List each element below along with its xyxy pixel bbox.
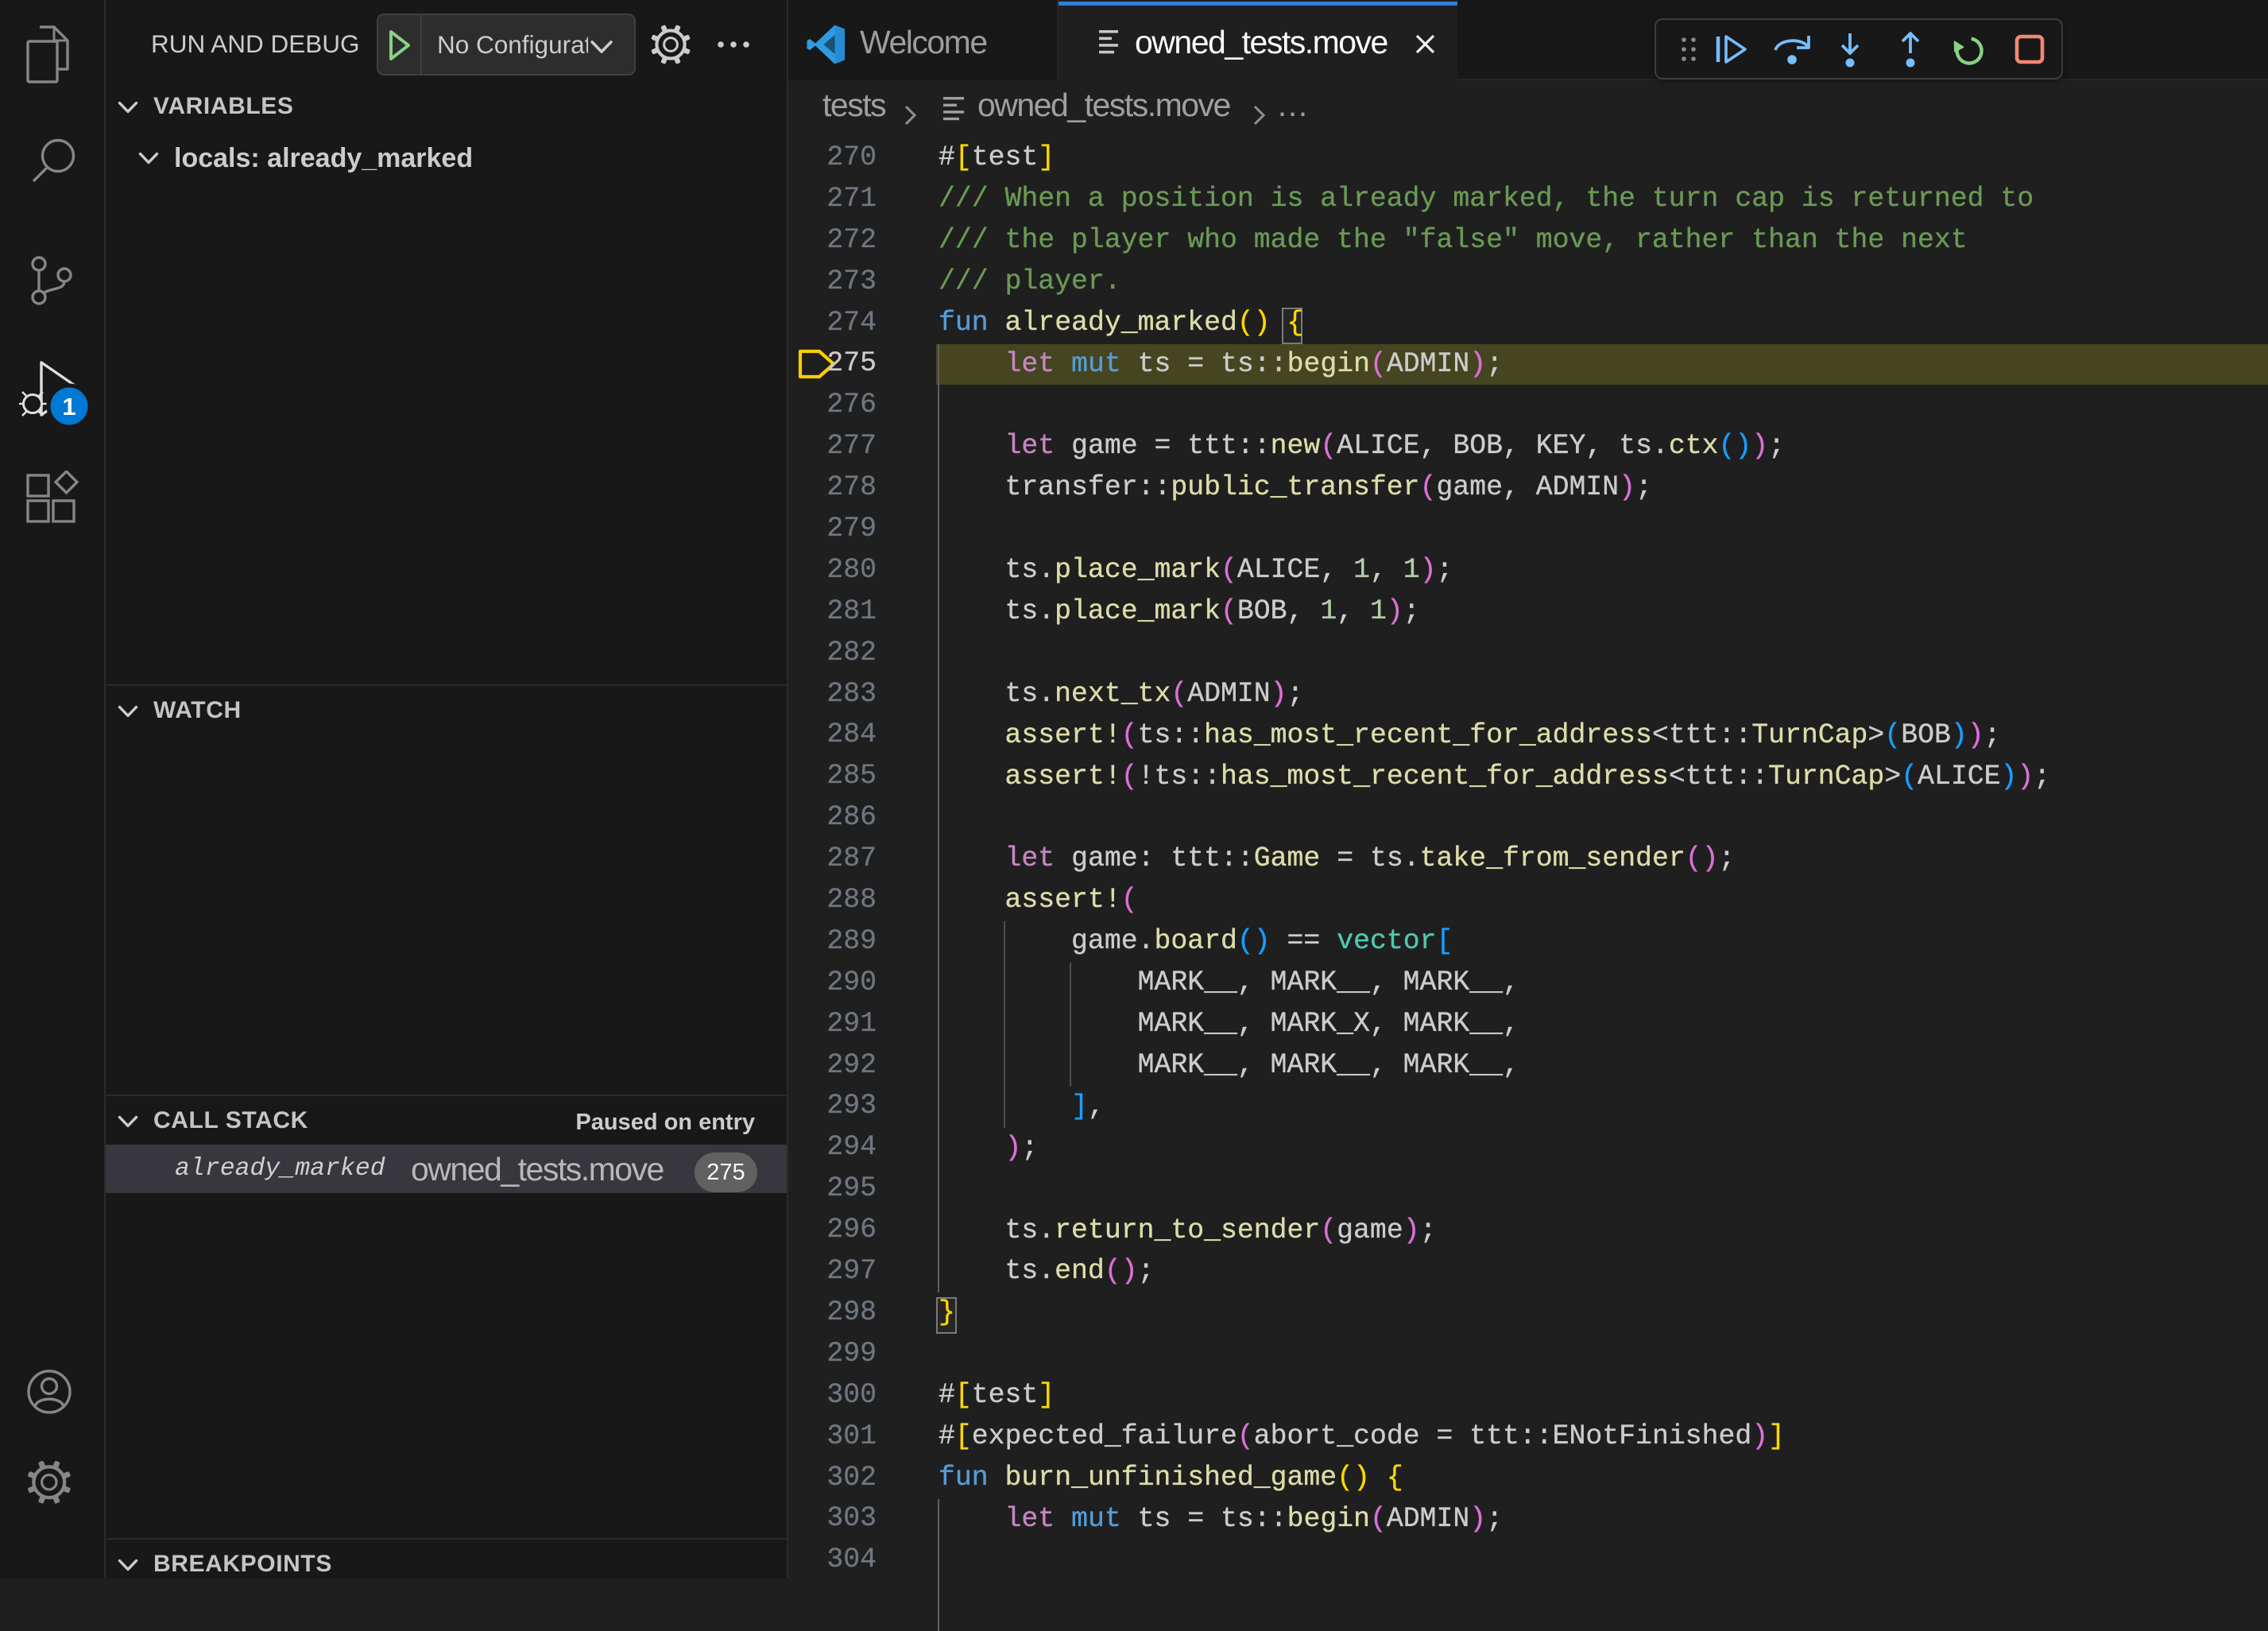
svg-text:1: 1 [62, 393, 75, 420]
